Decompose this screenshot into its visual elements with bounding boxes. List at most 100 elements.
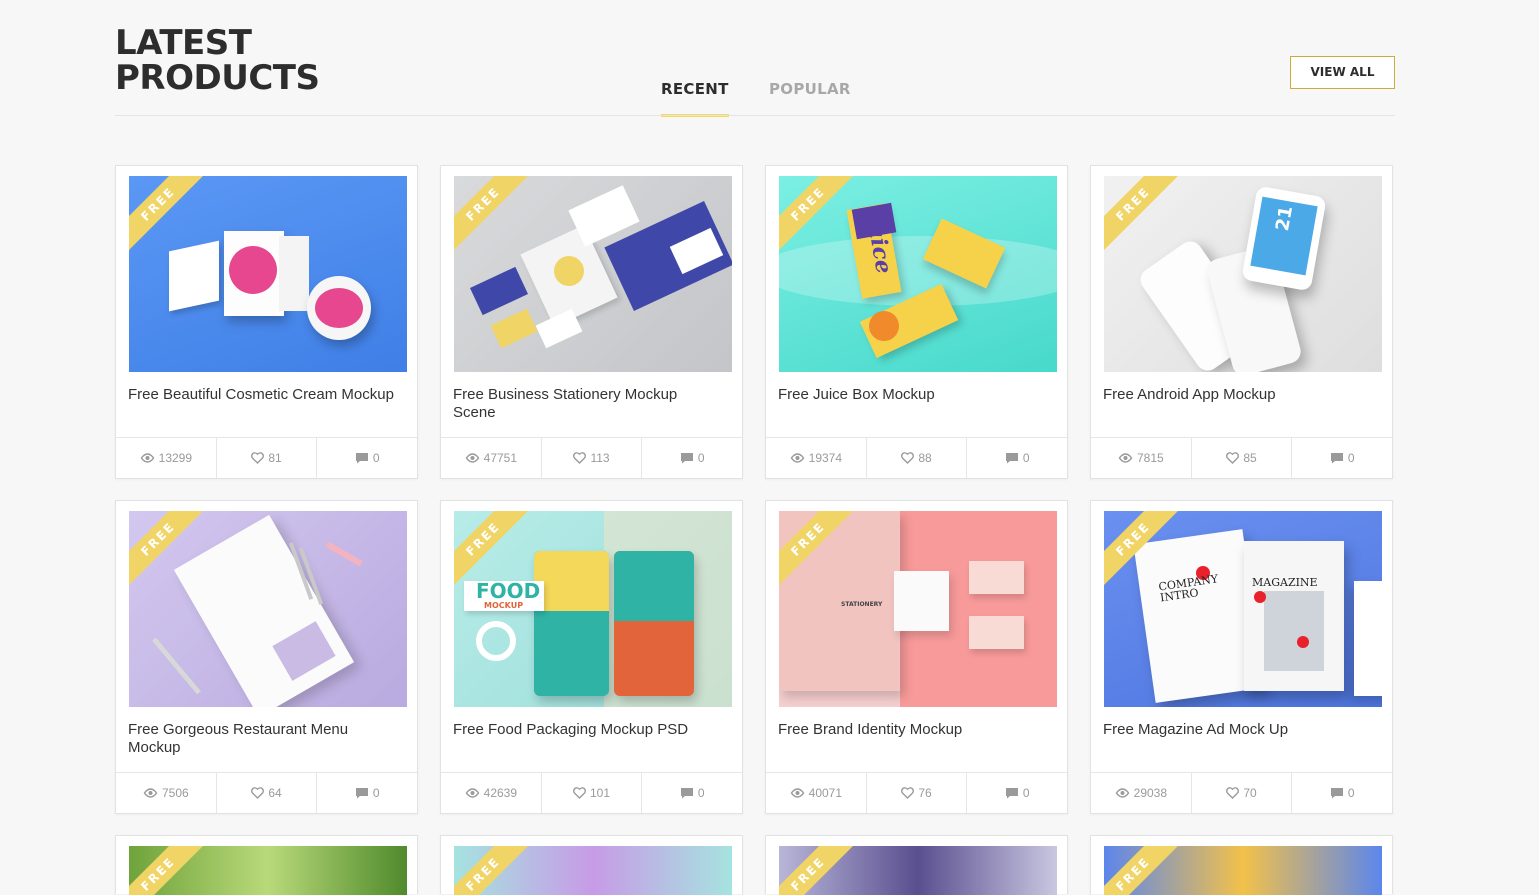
product-title[interactable]: Free Business Stationery Mockup Scene	[453, 386, 723, 422]
product-card: 21 FREE Free Android App Mockup 7815 85 …	[1090, 165, 1393, 479]
views-count: 7815	[1136, 451, 1164, 465]
stationery-label: STATIONERY	[841, 601, 883, 608]
views-count: 40071	[808, 786, 843, 800]
comments-stat[interactable]: 0	[316, 773, 417, 813]
views-stat: 7506	[116, 773, 216, 813]
product-thumbnail[interactable]: juice FREE	[779, 176, 1057, 372]
comment-icon	[1330, 453, 1343, 464]
comments-stat[interactable]: 0	[316, 438, 417, 478]
comment-icon	[680, 453, 693, 464]
comments-count: 0	[1022, 451, 1030, 465]
product-thumbnail[interactable]: COMPANY INTRO MAGAZINE FREE	[1104, 511, 1382, 707]
product-title[interactable]: Free Juice Box Mockup	[778, 386, 1048, 404]
heart-icon	[901, 452, 915, 464]
product-thumbnail[interactable]: FREE	[454, 176, 732, 372]
views-stat: 7815	[1091, 438, 1191, 478]
product-stats: 47751 113 0	[441, 437, 742, 478]
heart-icon	[251, 787, 265, 799]
views-count: 19374	[808, 451, 843, 465]
free-ribbon: FREE	[129, 846, 213, 895]
product-card: juice FREE Free Juice Box Mockup 19374 8…	[765, 165, 1068, 479]
eye-icon	[790, 788, 804, 798]
product-stats: 40071 76 0	[766, 772, 1067, 813]
comments-count: 0	[697, 451, 705, 465]
comments-stat[interactable]: 0	[641, 773, 742, 813]
comments-stat[interactable]: 0	[1291, 773, 1392, 813]
product-thumbnail[interactable]: FOOD MOCKUP FREE	[454, 511, 732, 707]
comment-icon	[355, 453, 368, 464]
product-thumbnail[interactable]: FREE	[129, 176, 407, 372]
comments-count: 0	[1347, 786, 1355, 800]
product-card: COMPANY INTRO MAGAZINE FREE Free Magazin…	[1090, 500, 1393, 814]
product-thumbnail[interactable]: FREE	[1104, 846, 1382, 895]
likes-count: 88	[918, 451, 932, 465]
eye-icon	[465, 453, 479, 463]
comments-stat[interactable]: 0	[641, 438, 742, 478]
eye-icon	[1118, 453, 1133, 463]
likes-stat[interactable]: 88	[865, 438, 967, 478]
eye-icon	[140, 453, 154, 463]
product-title[interactable]: Free Food Packaging Mockup PSD	[453, 721, 723, 739]
heart-icon	[251, 452, 265, 464]
product-thumbnail[interactable]: FREE	[129, 846, 407, 895]
product-card: FREE Free Gorgeous Restaurant Menu Mocku…	[115, 500, 418, 814]
comments-stat[interactable]: 0	[966, 438, 1067, 478]
heart-icon	[1226, 452, 1240, 464]
comments-stat[interactable]: 0	[966, 773, 1067, 813]
likes-count: 85	[1243, 451, 1257, 465]
view-all-button[interactable]: VIEW ALL	[1290, 56, 1395, 89]
comment-icon	[1005, 453, 1018, 464]
likes-count: 70	[1243, 786, 1257, 800]
product-thumbnail[interactable]: FREE	[454, 846, 732, 895]
tab-recent[interactable]: RECENT	[661, 80, 729, 117]
product-thumbnail[interactable]: 21 FREE	[1104, 176, 1382, 372]
tab-popular[interactable]: POPULAR	[769, 80, 851, 114]
likes-stat[interactable]: 81	[215, 438, 317, 478]
product-card-partial: FREE	[1090, 835, 1393, 895]
views-stat: 42639	[441, 773, 541, 813]
product-title[interactable]: Free Beautiful Cosmetic Cream Mockup	[128, 386, 398, 404]
comment-icon	[680, 788, 693, 799]
free-ribbon: FREE	[1104, 846, 1188, 895]
comments-count: 0	[697, 786, 705, 800]
product-card: FREE Free Business Stationery Mockup Sce…	[440, 165, 743, 479]
product-stats: 7506 64 0	[116, 772, 417, 813]
views-count: 47751	[483, 451, 518, 465]
views-stat: 47751	[441, 438, 541, 478]
magazine-label: MAGAZINE	[1252, 576, 1318, 589]
comments-stat[interactable]: 0	[1291, 438, 1392, 478]
heart-icon	[573, 452, 587, 464]
phone-date: 21	[1272, 204, 1298, 233]
comments-count: 0	[1022, 786, 1030, 800]
product-title[interactable]: Free Brand Identity Mockup	[778, 721, 1048, 739]
product-thumbnail[interactable]: FREE	[779, 846, 1057, 895]
product-title[interactable]: Free Gorgeous Restaurant Menu Mockup	[128, 721, 398, 757]
product-stats: 42639 101 0	[441, 772, 742, 813]
product-stats: 29038 70 0	[1091, 772, 1392, 813]
likes-stat[interactable]: 113	[540, 438, 642, 478]
product-title[interactable]: Free Android App Mockup	[1103, 386, 1373, 404]
food-mockup-label: MOCKUP	[484, 601, 524, 610]
free-ribbon: FREE	[779, 846, 863, 895]
views-count: 13299	[158, 451, 193, 465]
likes-stat[interactable]: 76	[865, 773, 967, 813]
product-card: STATIONERY FREE Free Brand Identity Mock…	[765, 500, 1068, 814]
views-count: 42639	[483, 786, 518, 800]
likes-stat[interactable]: 85	[1190, 438, 1292, 478]
product-thumbnail[interactable]: FREE	[129, 511, 407, 707]
eye-icon	[1115, 788, 1129, 798]
likes-stat[interactable]: 70	[1190, 773, 1292, 813]
views-stat: 19374	[766, 438, 866, 478]
likes-stat[interactable]: 64	[215, 773, 317, 813]
likes-count: 113	[590, 451, 610, 465]
likes-count: 64	[268, 786, 282, 800]
product-stats: 13299 81 0	[116, 437, 417, 478]
product-card: FOOD MOCKUP FREE Free Food Packaging Moc…	[440, 500, 743, 814]
views-stat: 40071	[766, 773, 866, 813]
comment-icon	[1005, 788, 1018, 799]
likes-stat[interactable]: 101	[540, 773, 642, 813]
product-thumbnail[interactable]: STATIONERY FREE	[779, 511, 1057, 707]
product-title[interactable]: Free Magazine Ad Mock Up	[1103, 721, 1373, 739]
product-card-partial: FREE	[115, 835, 418, 895]
heart-icon	[901, 787, 915, 799]
